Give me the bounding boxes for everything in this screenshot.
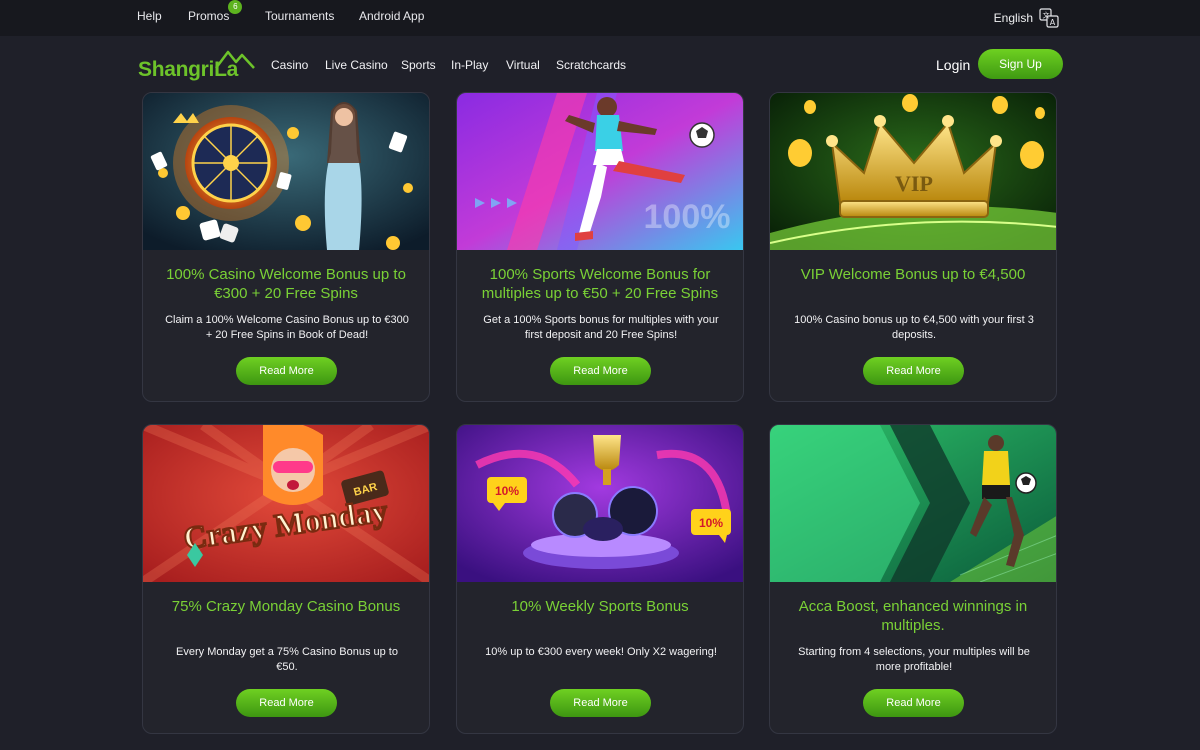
read-more-button[interactable]: Read More — [863, 689, 964, 717]
promo-card-casino-welcome: 100% Casino Welcome Bonus up to €300 + 2… — [142, 92, 430, 402]
topbar-link-help[interactable]: Help — [137, 9, 162, 23]
promo-title: 100% Casino Welcome Bonus up to €300 + 2… — [166, 266, 406, 302]
promo-title: 100% Sports Welcome Bonus for multiples … — [481, 266, 719, 302]
promo-card-acca-boost: Acca Boost, enhanced winnings in multipl… — [769, 424, 1057, 734]
promo-image-text-2: 10% — [699, 516, 723, 530]
topbar-link-promos[interactable]: Promos 6 — [188, 0, 243, 23]
top-utility-bar: Help Promos 6 Tournaments Android App En… — [0, 0, 1200, 36]
svg-text:A: A — [1050, 18, 1056, 27]
nav-link-virtual[interactable]: Virtual — [506, 58, 540, 72]
read-more-button[interactable]: Read More — [550, 357, 651, 385]
promo-card-crazy-monday: BAR Crazy Monday 75% Crazy Monday Casino… — [142, 424, 430, 734]
promo-image-vip-welcome: VIP — [770, 93, 1056, 250]
nav-link-scratchcards[interactable]: Scratchcards — [556, 58, 626, 72]
promo-title: Acca Boost, enhanced winnings in multipl… — [798, 598, 1028, 634]
promo-description: Every Monday get a 75% Casino Bonus up t… — [176, 646, 398, 673]
mountain-logo-icon — [215, 50, 255, 69]
topbar-link-promos-label: Promos — [188, 9, 230, 23]
signup-button[interactable]: Sign Up — [978, 49, 1063, 79]
promo-image-text: 100% — [644, 198, 731, 236]
promo-title: 10% Weekly Sports Bonus — [511, 598, 689, 615]
login-button[interactable]: Login — [936, 57, 970, 73]
promo-image-acca-boost — [770, 425, 1056, 582]
promo-card-weekly-sports: 10% 10% 10% Weekly Sports Bonus 10% up t… — [456, 424, 744, 734]
read-more-button[interactable]: Read More — [863, 357, 964, 385]
nav-link-casino[interactable]: Casino — [271, 58, 308, 72]
promo-description: 100% Casino bonus up to €4,500 with your… — [794, 314, 1034, 341]
promo-image-crazy-monday: BAR Crazy Monday — [143, 425, 429, 582]
promo-image-weekly-sports: 10% 10% — [457, 425, 743, 582]
promo-card-sports-welcome: 100% 100% Sports Welcome Bonus for multi… — [456, 92, 744, 402]
promo-image-casino-welcome — [143, 93, 429, 250]
promo-description: Get a 100% Sports bonus for multiples wi… — [483, 314, 719, 341]
promo-image-text: VIP — [895, 171, 933, 196]
svg-text:文: 文 — [1043, 11, 1050, 20]
nav-link-live-casino[interactable]: Live Casino — [325, 58, 388, 72]
topbar-link-tournaments[interactable]: Tournaments — [265, 9, 334, 23]
shangrila-logo[interactable]: ShangriLa — [138, 48, 256, 84]
promo-image-sports-welcome: 100% — [457, 93, 743, 250]
promo-title: 75% Crazy Monday Casino Bonus — [171, 598, 401, 615]
nav-link-in-play[interactable]: In-Play — [451, 58, 488, 72]
promos-count-badge: 6 — [228, 0, 243, 14]
nav-link-sports[interactable]: Sports — [401, 58, 436, 72]
topbar-link-android-app[interactable]: Android App — [359, 9, 424, 23]
promo-card-vip-welcome: VIP VIP Welcome Bonus up to €4,500 100% … — [769, 92, 1057, 402]
read-more-button[interactable]: Read More — [550, 689, 651, 717]
promo-description: 10% up to €300 every week! Only X2 wager… — [485, 646, 717, 658]
promo-title: VIP Welcome Bonus up to €4,500 — [800, 266, 1026, 283]
read-more-button[interactable]: Read More — [236, 357, 337, 385]
language-selector[interactable]: English — [994, 11, 1033, 25]
translate-icon[interactable]: 文 A — [1038, 7, 1060, 29]
promo-image-text: 10% — [495, 484, 519, 498]
read-more-button[interactable]: Read More — [236, 689, 337, 717]
promo-description: Claim a 100% Welcome Casino Bonus up to … — [165, 314, 409, 341]
promo-description: Starting from 4 selections, your multipl… — [798, 646, 1030, 673]
main-navigation: ShangriLa Casino Live Casino Sports In-P… — [0, 36, 1200, 92]
